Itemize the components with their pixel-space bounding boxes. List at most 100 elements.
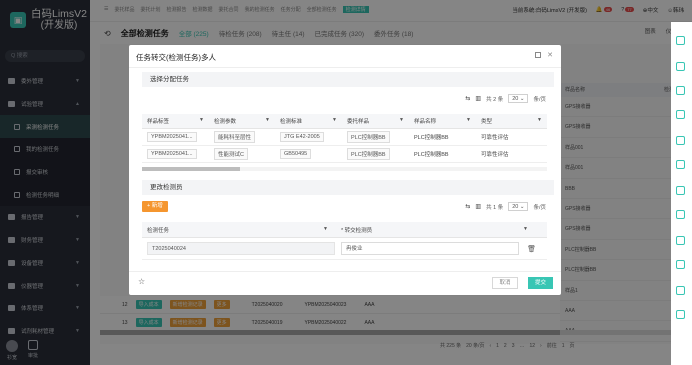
- table-cell: 能耗科至层性: [209, 131, 275, 143]
- column-label: 委托样品: [347, 119, 370, 125]
- page-size-select[interactable]: 20 ⌄: [508, 94, 529, 103]
- transfer-task-dialog: 任务转交(检测任务)多人 ✕ 选择分配任务 ⇆ ▥ 共 2 条 20 ⌄ 条/页…: [129, 45, 561, 295]
- table-cell: PLC控制器BB: [342, 131, 409, 143]
- table-cell: PLC控制器BB: [342, 148, 409, 160]
- table-cell: JTG E42-2005: [275, 132, 342, 142]
- tool-icon[interactable]: [676, 136, 685, 145]
- table-cell: 可靠性评估: [481, 152, 509, 158]
- table-row[interactable]: YPBM2025041... 能耗科至层性 JTG E42-2005 PLC控制…: [142, 129, 547, 146]
- table2-total: 共 1 条: [486, 204, 504, 211]
- page-size-unit: 条/页: [533, 96, 546, 103]
- column-label: 类型: [481, 119, 493, 125]
- table-cell: 性能测试C: [209, 148, 275, 160]
- param-tag: 能耗科至层性: [214, 131, 256, 143]
- column-header[interactable]: 样品名称 ▼: [409, 117, 476, 125]
- tool-icon[interactable]: [676, 110, 685, 119]
- star-icon[interactable]: ☆: [138, 277, 145, 286]
- tool-icon[interactable]: [676, 236, 685, 245]
- column-label: 检测任务: [147, 227, 170, 234]
- page-size-unit: 条/页: [533, 204, 546, 211]
- standard-tag: GB50495: [280, 149, 312, 159]
- add-button[interactable]: + 新增: [142, 201, 168, 212]
- table-cell: PLC控制器BB: [414, 135, 449, 141]
- filter-icon[interactable]: ▼: [523, 226, 528, 232]
- bar-chart-icon[interactable]: ▥: [475, 203, 481, 210]
- table-row[interactable]: YPBM2025041... 性能测试C GB50495 PLC控制器BB PL…: [142, 146, 547, 163]
- table-cell: T2025040024: [142, 242, 336, 255]
- table-cell: YPBM2025041...: [142, 132, 209, 142]
- column-label: * 转交检测员: [341, 227, 373, 234]
- task-field: T2025040024: [147, 242, 335, 255]
- table1-scrollbar[interactable]: [142, 167, 547, 171]
- column-settings-icon[interactable]: ⇆: [465, 203, 470, 210]
- chevron-down-icon: ⌄: [519, 204, 525, 210]
- filter-icon[interactable]: ▼: [323, 226, 328, 232]
- submit-button[interactable]: 提交: [528, 277, 553, 289]
- cancel-button[interactable]: 取消: [492, 277, 518, 289]
- sample-tag: YPBM2025041...: [147, 132, 197, 142]
- column-label: 样品名称: [414, 119, 437, 125]
- bar-chart-icon[interactable]: ▥: [475, 95, 481, 102]
- table1-toolbar: ⇆ ▥ 共 2 条 20 ⌄ 条/页: [465, 94, 546, 103]
- page-size-value: 20: [512, 96, 519, 102]
- tool-icon[interactable]: [676, 286, 685, 295]
- entrust-sample-tag: PLC控制器BB: [347, 131, 390, 143]
- tool-icon[interactable]: [676, 186, 685, 195]
- page-size-value: 20: [512, 204, 519, 210]
- table-row: T2025040024 冉俊业 🗑: [142, 238, 547, 260]
- sample-tag: YPBM2025041...: [147, 149, 197, 159]
- filter-icon[interactable]: ▼: [399, 117, 404, 123]
- column-header[interactable]: 检测任务 ▼: [142, 226, 336, 234]
- tester-select[interactable]: 冉俊业: [341, 242, 520, 255]
- tool-icon[interactable]: [676, 62, 685, 71]
- table-cell: 冉俊业 🗑: [336, 242, 536, 255]
- table2-toolbar: ⇆ ▥ 共 1 条 20 ⌄ 条/页: [465, 202, 546, 211]
- divider: [129, 67, 561, 68]
- column-header[interactable]: 样品标签 ▼: [142, 117, 209, 125]
- table1-total: 共 2 条: [486, 96, 504, 103]
- filter-icon[interactable]: ▼: [537, 117, 542, 123]
- filter-icon[interactable]: ▼: [199, 117, 204, 123]
- tool-icon[interactable]: [676, 260, 685, 269]
- column-header[interactable]: 检测标准 ▼: [275, 117, 342, 125]
- section-title-select-tasks: 选择分配任务: [142, 72, 554, 87]
- page-size-select[interactable]: 20 ⌄: [508, 202, 529, 211]
- maximize-icon[interactable]: [535, 52, 542, 58]
- filter-icon[interactable]: ▼: [466, 117, 471, 123]
- column-label: 检测标准: [280, 119, 303, 125]
- section-title-change-tester: 更改检测员: [142, 180, 554, 195]
- table-header: 检测任务 ▼ * 转交检测员 ▼: [142, 222, 547, 238]
- filter-icon[interactable]: ▼: [265, 117, 270, 123]
- column-header[interactable]: 委托样品 ▼: [342, 117, 409, 125]
- dialog-title: 任务转交(检测任务)多人: [136, 53, 216, 62]
- tool-icon[interactable]: [676, 160, 685, 169]
- column-header[interactable]: 类型 ▼: [476, 117, 547, 125]
- scrollbar-thumb[interactable]: [142, 167, 240, 171]
- tool-icon[interactable]: [676, 210, 685, 219]
- dialog-controls: ✕: [535, 51, 553, 59]
- change-tester-table: 检测任务 ▼ * 转交检测员 ▼ T2025040024 冉俊业 🗑: [142, 222, 547, 260]
- table-cell: GB50495: [275, 149, 342, 159]
- table-cell: YPBM2025041...: [142, 149, 209, 159]
- table-header: 样品标签 ▼ 检测参数 ▼ 检测标准 ▼ 委托样品 ▼ 样品名称 ▼ 类型 ▼: [142, 114, 547, 129]
- tool-icon[interactable]: [676, 310, 685, 319]
- trash-icon[interactable]: 🗑: [527, 245, 536, 253]
- dialog-footer: ☆ 取消 提交: [129, 274, 561, 292]
- column-header[interactable]: 检测参数 ▼: [209, 117, 275, 125]
- tool-icon[interactable]: [676, 36, 685, 45]
- column-label: 样品标签: [147, 119, 170, 125]
- column-label: 检测参数: [214, 119, 237, 125]
- table-cell: 可靠性评估: [481, 135, 509, 141]
- divider: [129, 271, 561, 272]
- standard-tag: JTG E42-2005: [280, 132, 324, 142]
- tool-icon[interactable]: [676, 86, 685, 95]
- chevron-down-icon: ⌄: [519, 96, 525, 102]
- table-cell: PLC控制器BB: [414, 152, 449, 158]
- filter-icon[interactable]: ▼: [332, 117, 337, 123]
- column-header[interactable]: * 转交检测员 ▼: [336, 226, 536, 234]
- close-icon[interactable]: ✕: [547, 51, 553, 59]
- param-tag: 性能测试C: [214, 148, 248, 160]
- column-settings-icon[interactable]: ⇆: [465, 95, 470, 102]
- select-tasks-table: 样品标签 ▼ 检测参数 ▼ 检测标准 ▼ 委托样品 ▼ 样品名称 ▼ 类型 ▼ YPBM20…: [142, 114, 547, 163]
- entrust-sample-tag: PLC控制器BB: [347, 148, 390, 160]
